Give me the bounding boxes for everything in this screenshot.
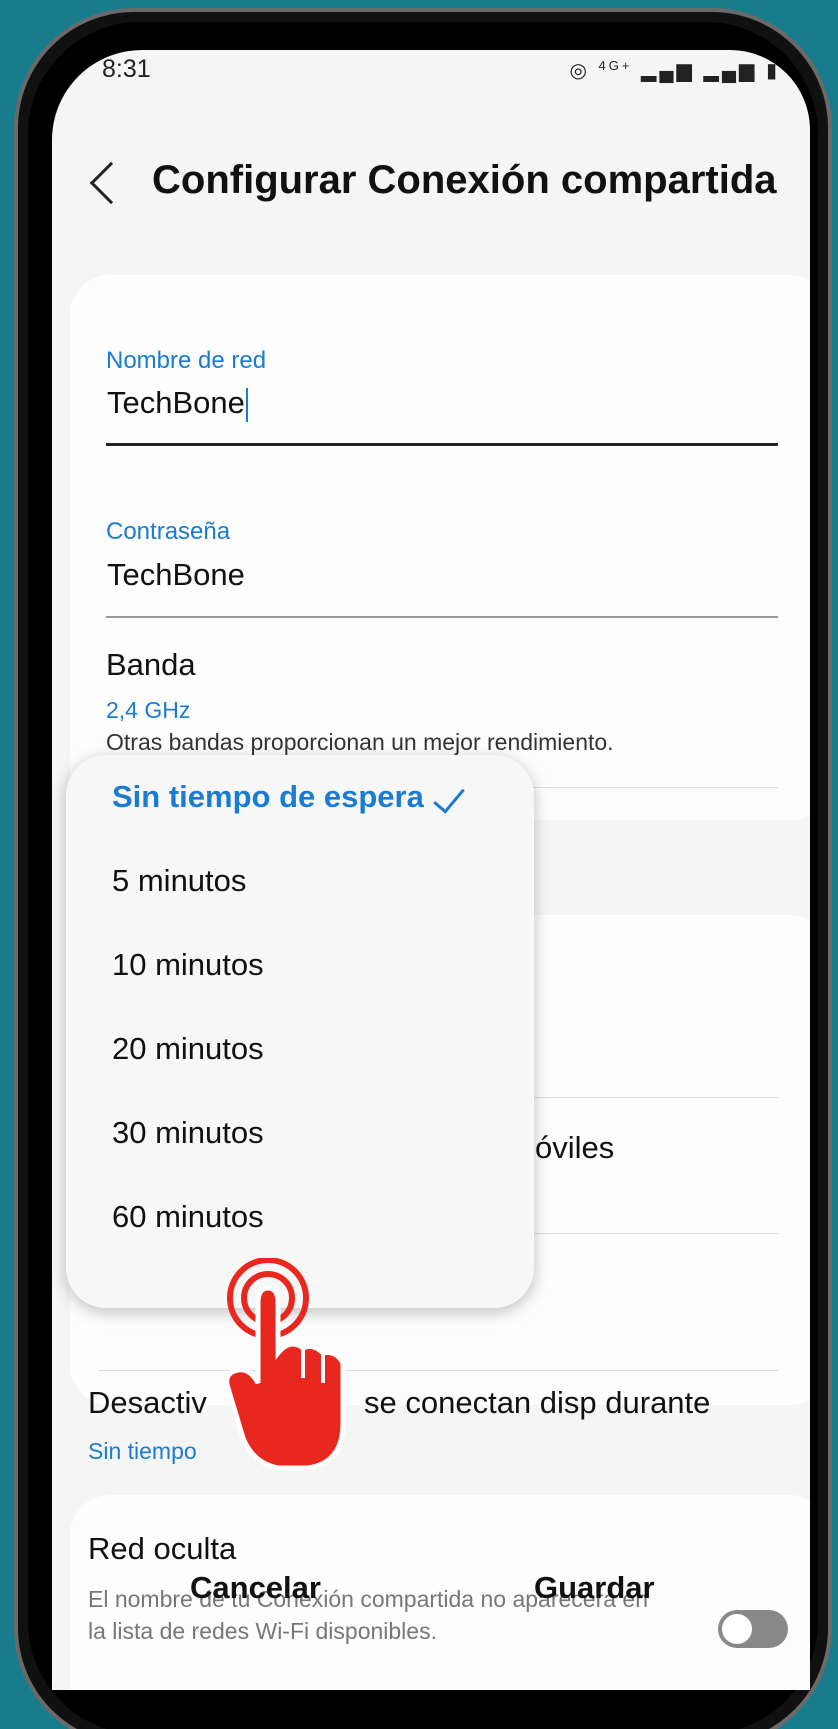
app-header: Configurar Conexión compartida	[52, 150, 810, 230]
status-time: 8:31	[102, 55, 151, 83]
band-note: Otras bandas proporcionan un mejor rendi…	[106, 729, 614, 755]
hidden-network-toggle[interactable]	[718, 1610, 788, 1648]
timeout-option[interactable]: 20 minutos	[112, 1031, 264, 1067]
toggle-knob	[720, 1612, 754, 1646]
screen: 8:31 ◎ 4G+ ▂▄▆ ▂▄▆ ▮ Configurar Conexión…	[52, 50, 810, 1690]
4g-icon: 4G+	[598, 58, 633, 73]
timeout-option[interactable]: 60 minutos	[112, 1199, 264, 1235]
check-icon	[433, 780, 465, 814]
status-bar: 8:31 ◎ 4G+ ▂▄▆ ▂▄▆ ▮	[52, 50, 810, 110]
divider	[98, 1370, 778, 1371]
timeout-option[interactable]: 5 minutos	[112, 863, 246, 899]
network-name-label: Nombre de red	[106, 347, 267, 374]
text-cursor	[245, 387, 248, 422]
band-title: Banda	[106, 647, 196, 682]
network-name-value: TechBone	[107, 385, 245, 420]
password-label: Contraseña	[106, 518, 231, 545]
back-icon[interactable]	[89, 161, 133, 205]
status-icons: ◎ 4G+ ▂▄▆ ▂▄▆ ▮	[569, 58, 780, 83]
network-settings-card: Nombre de red TechBone Contraseña TechBo…	[70, 275, 810, 820]
password-input[interactable]: TechBone	[107, 557, 245, 593]
hidden-network-card: Red oculta El nombre de tu Conexión comp…	[70, 1495, 810, 1690]
timeout-option[interactable]: Sin tiempo de espera	[112, 779, 424, 815]
signal-icon: ▂▄▆	[640, 60, 695, 82]
network-name-input[interactable]: TechBone	[107, 385, 248, 422]
hotspot-icon: ◎	[569, 60, 590, 82]
timeout-option[interactable]: 10 minutos	[112, 947, 264, 983]
signal-icon: ▂▄▆	[703, 60, 758, 82]
page-title: Configurar Conexión compartida	[152, 158, 777, 202]
mobile-data-row-fragment[interactable]: óviles	[535, 1130, 614, 1166]
hidden-network-title: Red oculta	[88, 1531, 237, 1566]
save-button[interactable]: Guardar	[534, 1570, 655, 1606]
timeout-dropdown-menu: Sin tiempo de espera 5 minutos 10 minuto…	[66, 755, 534, 1308]
band-value: 2,4 GHz	[106, 697, 191, 723]
auto-off-title-suffix: se conectan disp durante	[364, 1385, 711, 1420]
tap-hand-icon	[224, 1258, 346, 1471]
cancel-button[interactable]: Cancelar	[190, 1570, 321, 1606]
timeout-option[interactable]: 30 minutos	[112, 1115, 264, 1151]
password-underline	[106, 616, 778, 618]
network-name-underline	[106, 443, 778, 446]
battery-icon: ▮	[765, 60, 780, 82]
auto-off-value: Sin tiempo	[88, 1438, 197, 1464]
auto-off-title-prefix: Desactiv	[88, 1385, 207, 1420]
